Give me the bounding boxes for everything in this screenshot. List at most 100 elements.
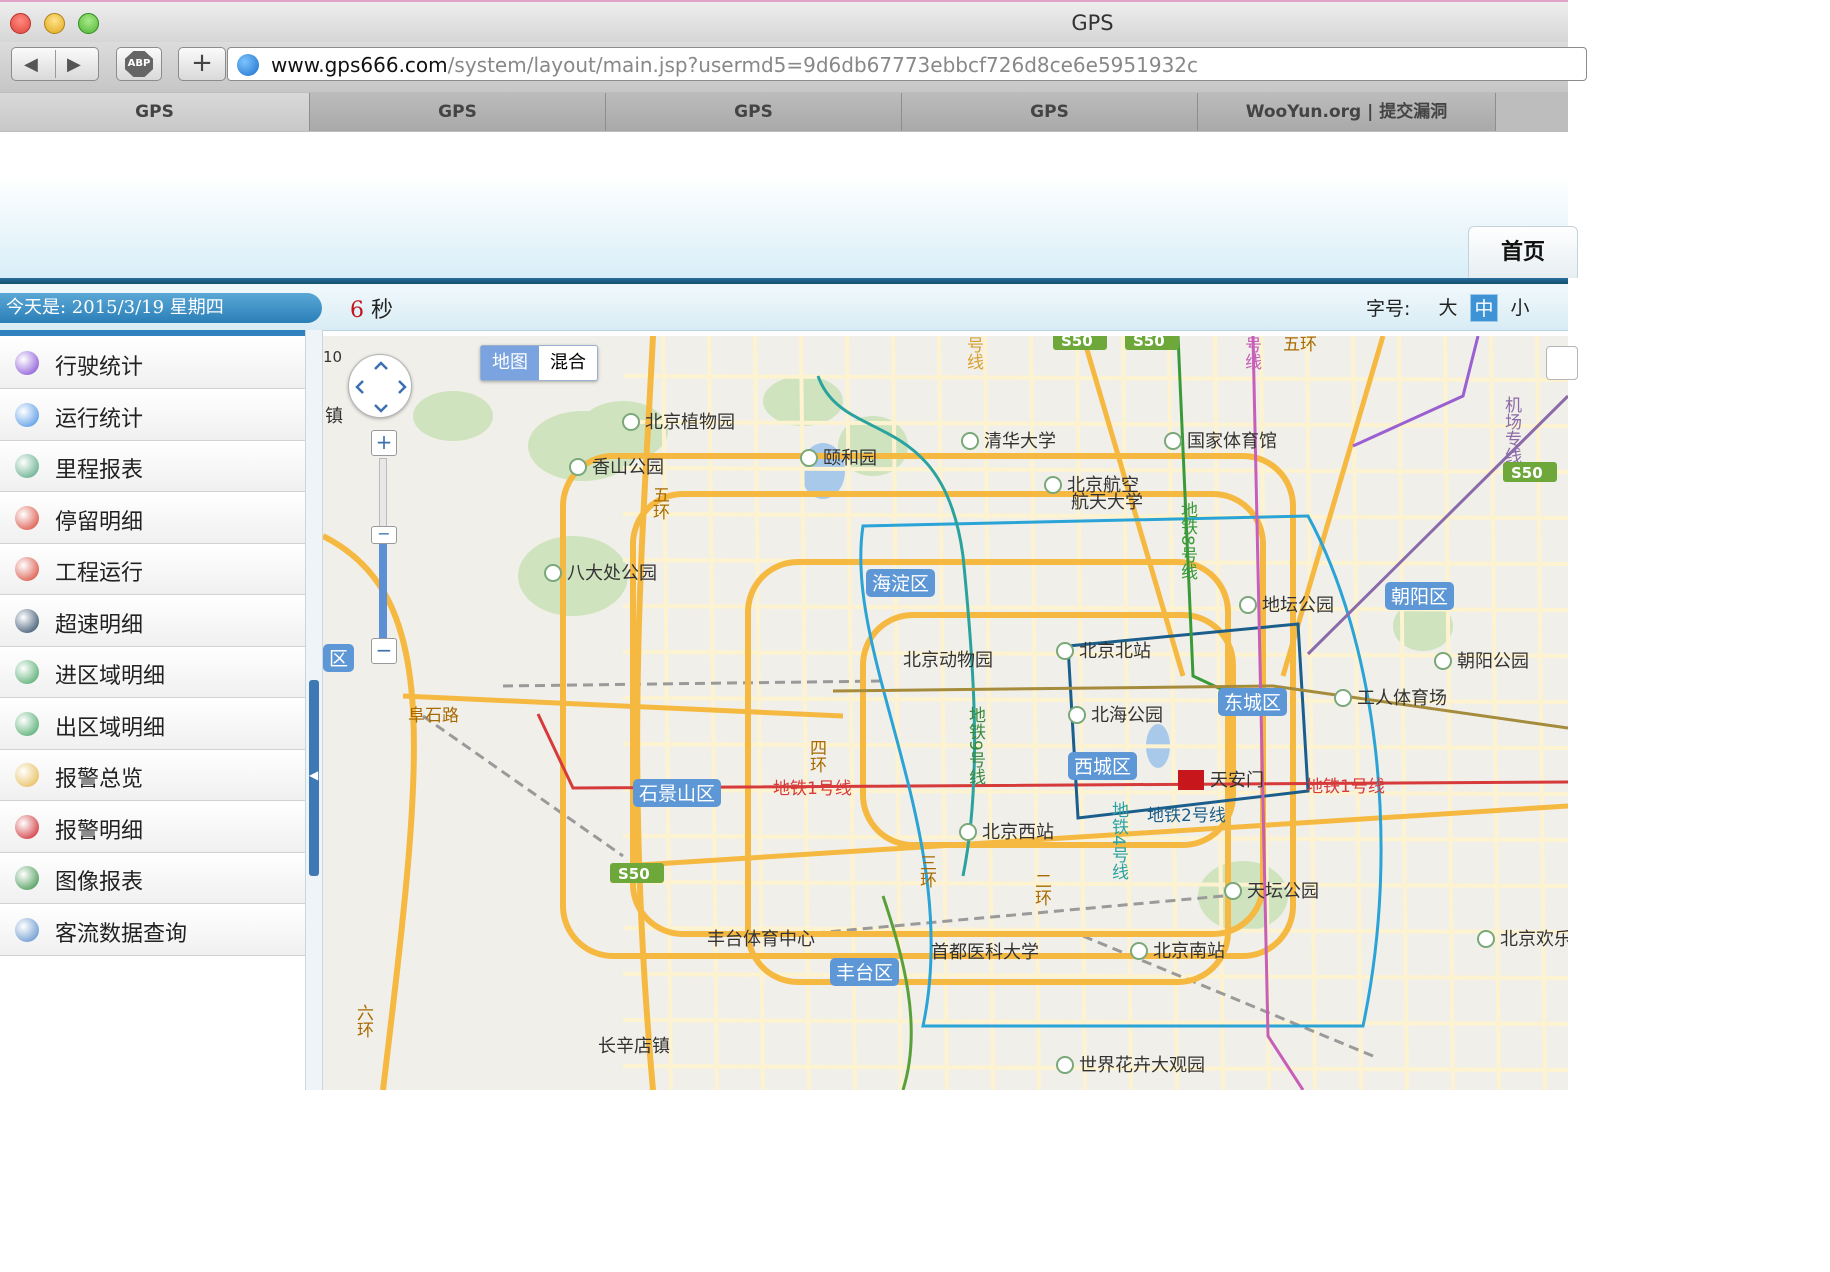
- road-label: 六环: [353, 1004, 374, 1038]
- road-shield-label: S50: [1511, 464, 1543, 482]
- street: [707, 336, 719, 1090]
- poi-icon: [800, 449, 818, 467]
- menu-item[interactable]: 里程报表: [0, 441, 305, 492]
- poi-label: 天坛公园: [1247, 881, 1319, 902]
- road-shield-label: S50: [618, 865, 650, 883]
- info-bar: 今天是: 2015/3/19 星期四 6 秒 字号: 大 中 小: [0, 284, 1568, 331]
- subway-label: 地铁1号线: [773, 779, 852, 799]
- address-bar[interactable]: www.gps666.com/system/layout/main.jsp?us…: [227, 47, 1587, 81]
- url-host: www.gps666.com: [271, 53, 448, 77]
- subway-line-1: [536, 713, 1568, 790]
- zoom-in-button[interactable]: +: [371, 430, 397, 456]
- poi-icon: [1224, 882, 1242, 900]
- font-medium-button[interactable]: 中: [1470, 294, 1498, 322]
- map-view[interactable]: 海淀区 朝阳区 东城区 西城区 石景山区 丰台区 区 北京植物园 颐和园 香山公园 清华大学 国家体育…: [323, 336, 1568, 1090]
- sidebar-splitter[interactable]: ◀: [305, 330, 323, 1090]
- poi-label: 航天大学: [1071, 492, 1143, 513]
- poi-icon: [1056, 642, 1074, 660]
- menu-item[interactable]: 进区域明细: [0, 647, 305, 698]
- poi-label: 首都医科大学: [931, 942, 1039, 963]
- tab-gps-3[interactable]: GPS: [606, 93, 902, 131]
- font-large-button[interactable]: 大: [1434, 294, 1462, 322]
- poi-icon: [569, 458, 587, 476]
- poi-label: 朝阳公园: [1457, 651, 1529, 672]
- map-pan-control[interactable]: [348, 354, 412, 418]
- tab-gps-4[interactable]: GPS: [902, 93, 1198, 131]
- menu-item[interactable]: 图像报表: [0, 853, 305, 904]
- adblock-button[interactable]: ABP: [116, 47, 162, 81]
- report-menu: 行驶统计运行统计里程报表 停留明细工程运行超速明细进区域明细出区域明细报警总览报警…: [0, 330, 305, 1090]
- font-small-button[interactable]: 小: [1506, 294, 1534, 322]
- zoom-out-button[interactable]: −: [371, 638, 397, 664]
- menu-item[interactable]: 客流数据查询: [0, 905, 305, 956]
- poi-icon: [1434, 652, 1452, 670]
- street: [622, 880, 1568, 888]
- tiananmen-icon: [1178, 770, 1204, 790]
- menu-item-icon: [15, 609, 39, 633]
- road-label: 二环: [1031, 872, 1052, 906]
- railway: [422, 714, 624, 858]
- park-area: [413, 391, 493, 441]
- map-type-normal[interactable]: 地图: [481, 346, 539, 380]
- back-arrow-icon[interactable]: ◀: [24, 54, 38, 75]
- zoom-slider[interactable]: + − −: [371, 430, 397, 666]
- browser-toolbar: ◀ ▶ ABP + www.gps666.com/system/layout/m…: [0, 42, 1587, 93]
- countdown-value: 6: [350, 298, 364, 323]
- zoom-knob[interactable]: −: [371, 526, 397, 544]
- zoom-level-fill: [379, 542, 387, 648]
- district-label: 石景山区: [639, 783, 715, 805]
- forward-arrow-icon[interactable]: ▶: [67, 54, 81, 75]
- map-tool-button[interactable]: [1546, 346, 1578, 380]
- district-label: 区: [329, 648, 348, 670]
- new-tab-button[interactable]: +: [178, 47, 226, 81]
- countdown-unit: 秒: [371, 298, 394, 323]
- menu-item[interactable]: 工程运行: [0, 544, 305, 595]
- poi-icon: [1130, 942, 1148, 960]
- today-date: 今天是: 2015/3/19 星期四: [0, 293, 322, 323]
- tab-wooyun[interactable]: WooYun.org | 提交漏洞: [1198, 93, 1496, 131]
- menu-item[interactable]: 行驶统计: [0, 338, 305, 389]
- menu-item[interactable]: 停留明细: [0, 493, 305, 544]
- menu-item-label: 客流数据查询: [55, 922, 188, 947]
- poi-label: 颐和园: [823, 448, 877, 469]
- map-canvas[interactable]: 海淀区朝阳区东城区西城区石景山区丰台区 区 北京植物园颐和园 香山公园 清华大学 国家体育…: [323, 336, 1568, 1090]
- map-type-hybrid[interactable]: 混合: [539, 346, 597, 380]
- poi-icon: [1056, 1056, 1074, 1074]
- menu-item-icon: [15, 712, 39, 736]
- menu-item-icon: [15, 351, 39, 375]
- poi-icon: [1164, 432, 1182, 450]
- collapse-arrow-icon[interactable]: ◀: [309, 768, 318, 782]
- menu-item[interactable]: 出区域明细: [0, 699, 305, 750]
- home-tab[interactable]: 首页: [1468, 226, 1578, 278]
- url-text: www.gps666.com/system/layout/main.jsp?us…: [271, 53, 1198, 77]
- poi-icon: [961, 432, 979, 450]
- menu-item-icon: [15, 763, 39, 787]
- menu-item[interactable]: 超速明细: [0, 596, 305, 647]
- subway-label: 号线: [963, 336, 984, 370]
- poi-icon: [959, 823, 977, 841]
- tab-gps-1[interactable]: GPS: [0, 93, 310, 131]
- menu-item-label: 进区域明细: [55, 664, 166, 689]
- poi-label: 北京北站: [1079, 641, 1151, 662]
- poi-label: 天安门: [1210, 770, 1264, 791]
- menu-item[interactable]: 运行统计: [0, 390, 305, 441]
- poi-label: 长辛店镇: [598, 1036, 670, 1057]
- font-size-label: 字号:: [1366, 298, 1411, 320]
- poi-icon: [1239, 596, 1257, 614]
- menu-item[interactable]: 报警明细: [0, 802, 305, 853]
- menu-item-label: 运行统计: [55, 407, 144, 432]
- menu-item-label: 报警总览: [55, 767, 144, 792]
- poi-label: 国家体育馆: [1187, 431, 1277, 452]
- tab-gps-2[interactable]: GPS: [310, 93, 606, 131]
- menu-item-label: 工程运行: [55, 561, 144, 586]
- district-label: 东城区: [1224, 692, 1281, 714]
- poi-icon: [1477, 930, 1495, 948]
- menu-item-label: 出区域明细: [55, 716, 166, 741]
- poi-label: 丰台体育中心: [707, 929, 815, 950]
- menu-item[interactable]: 报警总览: [0, 750, 305, 801]
- street: [622, 972, 1568, 980]
- window-title: GPS: [1071, 11, 1114, 35]
- poi-icon: [1068, 706, 1086, 724]
- poi-label: 北京欢乐: [1500, 929, 1568, 950]
- nav-separator: [55, 50, 56, 78]
